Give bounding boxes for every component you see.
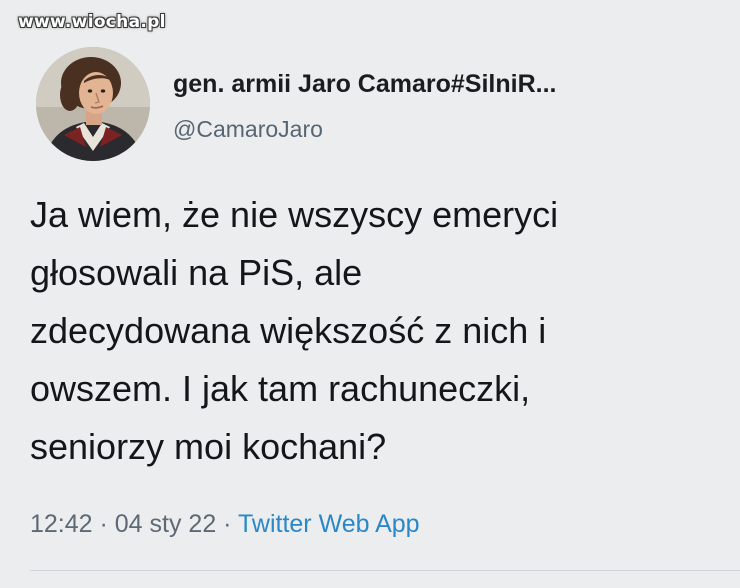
avatar-portrait xyxy=(36,47,150,161)
author-handle[interactable]: @CamaroJaro xyxy=(173,116,323,143)
tweet-source-link[interactable]: Twitter Web App xyxy=(238,510,420,538)
author-name[interactable]: gen. armii Jaro Camaro#SilniR... xyxy=(173,70,556,99)
tweet-line: owszem. I jak tam rachuneczki, xyxy=(30,368,531,409)
tweet-time[interactable]: 12:42 xyxy=(30,510,93,538)
tweet-line: seniorzy moi kochani? xyxy=(30,426,387,467)
watermark: www.wiocha.pl xyxy=(18,12,166,32)
meta-separator: · xyxy=(92,510,115,538)
divider xyxy=(30,570,740,571)
tweet-meta: 12:42 · 04 sty 22 · Twitter Web App xyxy=(30,510,420,539)
meta-separator: · xyxy=(216,510,238,538)
tweet-line: zdecydowana większość z nich i xyxy=(30,310,547,351)
tweet-line: głosowali na PiS, ale xyxy=(30,252,363,293)
tweet-line: Ja wiem, że nie wszyscy emeryci xyxy=(30,194,559,235)
tweet-date[interactable]: 04 sty 22 xyxy=(115,510,216,538)
avatar[interactable] xyxy=(36,47,150,161)
tweet-text: Ja wiem, że nie wszyscy emeryci głosowal… xyxy=(30,186,730,476)
